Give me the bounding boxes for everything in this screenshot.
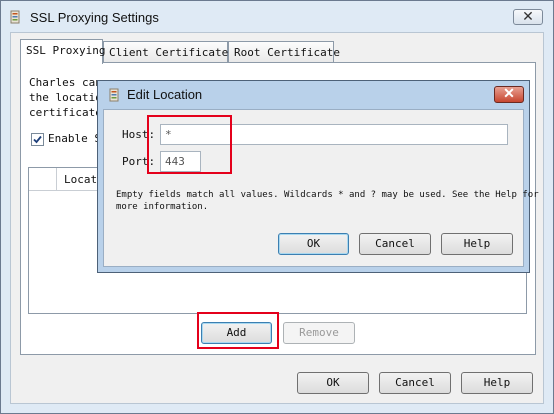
- app-icon: [109, 88, 119, 102]
- dialog-title: Edit Location: [127, 87, 203, 102]
- remove-location-button[interactable]: Remove: [283, 322, 355, 344]
- wildcard-help-note: Empty fields match all values. Wildcards…: [116, 190, 539, 212]
- enable-ssl-proxying-checkbox[interactable]: [31, 133, 44, 146]
- highlight-box-add: [197, 312, 279, 349]
- dialog-close-button[interactable]: ✕: [494, 85, 524, 103]
- checkmark-icon: [33, 135, 42, 144]
- dialog-cancel-button[interactable]: Cancel: [359, 233, 431, 255]
- close-icon: ✕: [522, 8, 534, 24]
- tab-ssl-proxying[interactable]: SSL Proxying: [20, 39, 106, 64]
- highlight-box-host-port: [147, 115, 232, 174]
- tab-root-certificate[interactable]: Root Certificate: [228, 41, 340, 62]
- help-button[interactable]: Help: [461, 372, 533, 394]
- ok-button[interactable]: OK: [297, 372, 369, 394]
- dialog-help-button[interactable]: Help: [441, 233, 513, 255]
- enable-ssl-proxying-label: Enable S: [48, 132, 101, 145]
- close-icon: ✕: [503, 85, 515, 101]
- window-close-button[interactable]: ✕: [513, 8, 543, 25]
- cancel-button[interactable]: Cancel: [379, 372, 451, 394]
- window-title: SSL Proxying Settings: [30, 10, 159, 25]
- title-bar[interactable]: SSL Proxying Settings ✕: [1, 1, 553, 31]
- tab-label: Client Certificates: [109, 46, 235, 59]
- column-divider: [56, 168, 57, 190]
- app-icon: [10, 10, 20, 24]
- tab-client-certificates[interactable]: Client Certificates: [103, 41, 235, 62]
- tab-label: SSL Proxying: [26, 44, 106, 57]
- dialog-ok-button[interactable]: OK: [278, 233, 349, 255]
- tab-label: Root Certificate: [234, 46, 340, 59]
